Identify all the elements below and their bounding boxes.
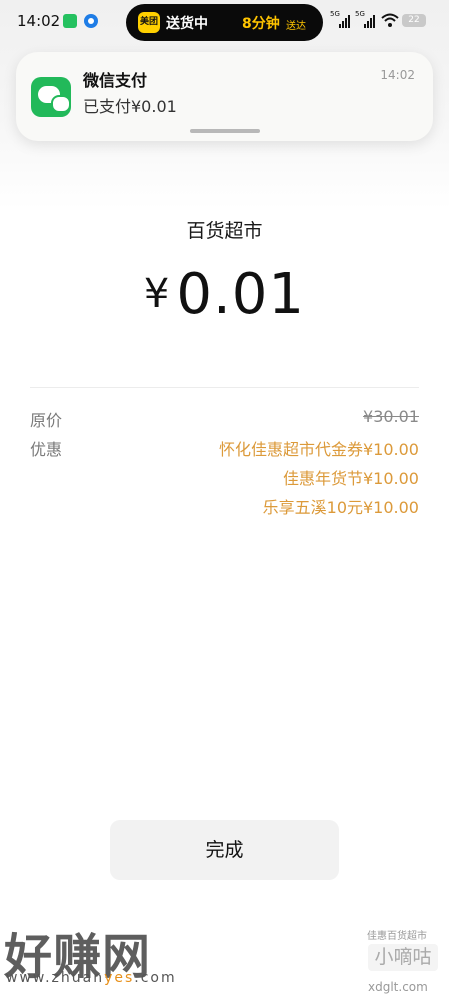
delivery-eta-suffix: 送达 [286, 21, 306, 32]
watermark-url-right: xdglt.com [368, 980, 428, 994]
watermark-url-highlight: yes [104, 970, 135, 986]
currency-symbol: ¥ [143, 271, 171, 317]
battery-icon: 22 [402, 14, 426, 27]
notification-time: 14:02 [380, 68, 415, 82]
merchant-name: 百货超市 [186, 220, 263, 242]
wifi-icon [381, 13, 399, 27]
payment-amount: ¥0.01 [0, 262, 449, 327]
watermark-url-part: .com [134, 970, 177, 986]
wechat-notification-icon [63, 14, 77, 28]
notification-drag-handle[interactable] [190, 129, 260, 133]
delivery-status: 送货中 [166, 16, 208, 32]
meituan-logo-icon: 美团 [138, 12, 160, 33]
wechat-pay-icon [31, 77, 71, 117]
watermark-url: www.zhuanyes.com [6, 970, 177, 986]
watermark-caption: 佳惠百货超市 [367, 931, 427, 942]
amount-value: 0.01 [176, 262, 306, 327]
signal-icon: 5G [330, 10, 350, 28]
watermark-logo-right: 小嘀咕 [368, 944, 438, 971]
status-bar: 14:02 美团 送货中 8分钟 送达 5G 5G 22 [0, 0, 449, 44]
discount-item: 佳惠年货节¥10.00 [283, 469, 419, 488]
original-price: ¥30.01 [363, 407, 419, 426]
dynamic-island-delivery[interactable]: 美团 送货中 8分钟 送达 [126, 4, 323, 41]
app-notification-icon [84, 14, 98, 28]
discount-item: 怀化佳惠超市代金券¥10.00 [219, 440, 419, 459]
divider [30, 387, 419, 388]
discount-label: 优惠 [30, 440, 63, 459]
original-price-label: 原价 [30, 411, 63, 430]
notification-message: 已支付¥0.01 [83, 97, 177, 116]
payment-notification[interactable]: 微信支付 已支付¥0.01 14:02 [16, 52, 433, 141]
done-button[interactable]: 完成 [110, 820, 339, 880]
delivery-eta: 8分钟 [242, 16, 280, 32]
status-time: 14:02 [17, 12, 61, 30]
discount-item: 乐享五溪10元¥10.00 [262, 498, 419, 517]
watermark-url-part: www.zhuan [6, 970, 105, 986]
notification-title: 微信支付 [83, 71, 148, 90]
signal-icon: 5G [355, 10, 375, 28]
